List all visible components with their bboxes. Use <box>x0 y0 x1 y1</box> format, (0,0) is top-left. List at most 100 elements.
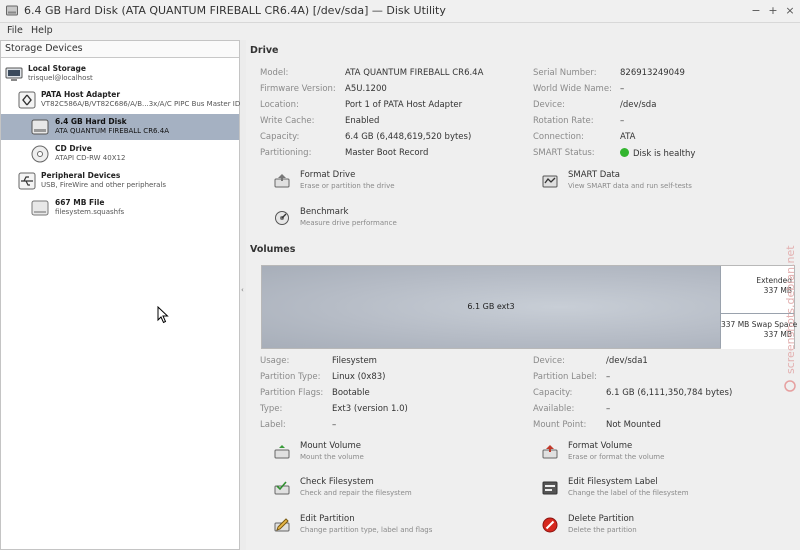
drive-value: Enabled <box>345 116 380 126</box>
node-subtitle: filesystem.squashfs <box>55 208 125 216</box>
drive-label: Device: <box>533 100 565 110</box>
format-volume-icon <box>542 445 558 459</box>
sidebar-item-hard-disk[interactable]: 6.4 GB Hard Disk ATA QUANTUM FIREBALL CR… <box>1 114 239 140</box>
minimize-button[interactable]: − <box>749 4 763 18</box>
volume-label: Partition Flags: <box>260 388 324 398</box>
action-title: Check Filesystem <box>300 477 374 487</box>
sidebar-item-cd-drive[interactable]: CD Drive ATAPI CD-RW 40X12 <box>1 141 239 167</box>
drive-label: SMART Status: <box>533 148 595 158</box>
action-desc: Mount the volume <box>300 453 364 461</box>
computer-icon <box>5 67 23 81</box>
window-titlebar: 6.4 GB Hard Disk (ATA QUANTUM FIREBALL C… <box>0 0 800 23</box>
edit-partition-icon <box>274 518 290 532</box>
action-desc: Measure drive performance <box>300 219 397 227</box>
node-title: Local Storage <box>28 64 86 73</box>
volume-value: – <box>606 404 611 414</box>
volume-value: Linux (0x83) <box>332 372 386 382</box>
action-title: Format Drive <box>300 170 356 180</box>
volume-value: – <box>332 420 337 430</box>
node-subtitle: VT82C586A/B/VT82C686/A/B...3x/A/C PIPC B… <box>41 100 245 108</box>
node-title: CD Drive <box>55 144 92 153</box>
watermark-text: screenshots.debian.net <box>784 245 797 374</box>
sidebar-item-peripheral-devices[interactable]: Peripheral Devices USB, FireWire and oth… <box>1 168 239 194</box>
extended-label: Extended <box>756 276 792 285</box>
cd-drive-icon <box>31 145 49 163</box>
action-desc: View SMART data and run self-tests <box>568 182 692 190</box>
drive-label: Capacity: <box>260 132 300 142</box>
delete-icon <box>542 517 558 533</box>
drive-label: Write Cache: <box>260 116 315 126</box>
volume-label: Label: <box>260 420 286 430</box>
extended-size: 337 MB <box>763 286 792 295</box>
drive-label: Model: <box>260 68 289 78</box>
node-title: 667 MB File <box>55 198 105 207</box>
details-pane: Drive Model: ATA QUANTUM FIREBALL CR6.4A… <box>246 40 800 550</box>
drive-value: – <box>620 116 625 126</box>
volume-value: – <box>606 372 611 382</box>
edit-partition-button[interactable]: Edit Partition Change partition type, la… <box>274 514 494 540</box>
drive-label: Connection: <box>533 132 584 142</box>
mount-volume-button[interactable]: Mount Volume Mount the volume <box>274 441 494 467</box>
format-drive-button[interactable]: Format Drive Erase or partition the driv… <box>274 170 494 196</box>
sidebar-item-squashfs-file[interactable]: 667 MB File filesystem.squashfs <box>1 195 239 221</box>
volume-main-label: 6.1 GB ext3 <box>467 302 515 311</box>
action-desc: Delete the partition <box>568 526 637 534</box>
smart-data-button[interactable]: SMART Data View SMART data and run self-… <box>542 170 762 196</box>
volumes-section-title: Volumes <box>250 244 296 255</box>
node-subtitle: ATA QUANTUM FIREBALL CR6.4A <box>55 127 169 135</box>
close-button[interactable]: × <box>783 4 797 18</box>
drive-value: – <box>620 84 625 94</box>
volume-value: Ext3 (version 1.0) <box>332 404 408 414</box>
volume-value: Filesystem <box>332 356 377 366</box>
menu-file[interactable]: File <box>7 25 23 36</box>
node-title: 6.4 GB Hard Disk <box>55 117 127 126</box>
drive-label: Partitioning: <box>260 148 312 158</box>
format-drive-icon <box>274 174 290 188</box>
action-desc: Check and repair the filesystem <box>300 489 412 497</box>
sidebar-header[interactable]: Storage Devices <box>1 41 239 58</box>
storage-devices-sidebar: Storage Devices Local Storage trisquel@l… <box>0 40 245 550</box>
volume-ext3-segment[interactable]: 6.1 GB ext3 <box>262 266 721 348</box>
check-filesystem-button[interactable]: Check Filesystem Check and repair the fi… <box>274 477 494 503</box>
volume-value: 6.1 GB (6,111,350,784 bytes) <box>606 388 733 398</box>
benchmark-icon <box>275 211 289 225</box>
volume-label: Available: <box>533 404 575 414</box>
usb-icon <box>18 172 36 190</box>
action-title: Mount Volume <box>300 441 361 451</box>
watermark: screenshots.debian.net <box>784 245 797 392</box>
action-title: Delete Partition <box>568 514 635 524</box>
action-title: SMART Data <box>568 170 621 180</box>
menu-help[interactable]: Help <box>31 25 53 36</box>
maximize-button[interactable]: + <box>766 4 780 18</box>
smart-data-icon <box>542 175 558 188</box>
benchmark-button[interactable]: Benchmark Measure drive performance <box>274 207 494 233</box>
action-desc: Change partition type, label and flags <box>300 526 433 534</box>
volume-label: Type: <box>260 404 283 414</box>
drive-value: ATA QUANTUM FIREBALL CR6.4A <box>345 68 484 78</box>
node-subtitle: trisquel@localhost <box>28 74 93 82</box>
mouse-cursor-icon <box>157 306 169 324</box>
drive-label: Serial Number: <box>533 68 597 78</box>
format-volume-button[interactable]: Format Volume Erase or format the volume <box>542 441 762 467</box>
action-desc: Erase or partition the drive <box>300 182 395 190</box>
drive-value: 6.4 GB (6,448,619,520 bytes) <box>345 132 472 142</box>
drive-value: ATA <box>620 132 636 142</box>
node-title: Peripheral Devices <box>41 171 121 180</box>
smart-status-text: Disk is healthy <box>633 149 696 159</box>
drive-label: Firmware Version: <box>260 84 336 94</box>
sidebar-item-pata-host-adapter[interactable]: PATA Host Adapter VT82C586A/B/VT82C686/A… <box>1 87 245 113</box>
node-subtitle: ATAPI CD-RW 40X12 <box>55 154 126 162</box>
delete-partition-button[interactable]: Delete Partition Delete the partition <box>542 514 762 540</box>
sidebar-item-local-storage[interactable]: Local Storage trisquel@localhost <box>1 61 239 87</box>
action-title: Format Volume <box>568 441 633 451</box>
action-desc: Change the label of the filesystem <box>568 489 689 497</box>
drive-label: Rotation Rate: <box>533 116 594 126</box>
edit-filesystem-label-button[interactable]: Edit Filesystem Label Change the label o… <box>542 477 762 503</box>
smart-status: Disk is healthy <box>620 148 695 159</box>
file-disk-icon <box>31 200 49 216</box>
splitter-grip-icon: ‹ <box>241 286 244 294</box>
mount-icon <box>274 445 290 459</box>
volume-label: Usage: <box>260 356 290 366</box>
drive-value: Port 1 of PATA Host Adapter <box>345 100 463 110</box>
drive-value: Master Boot Record <box>345 148 429 158</box>
